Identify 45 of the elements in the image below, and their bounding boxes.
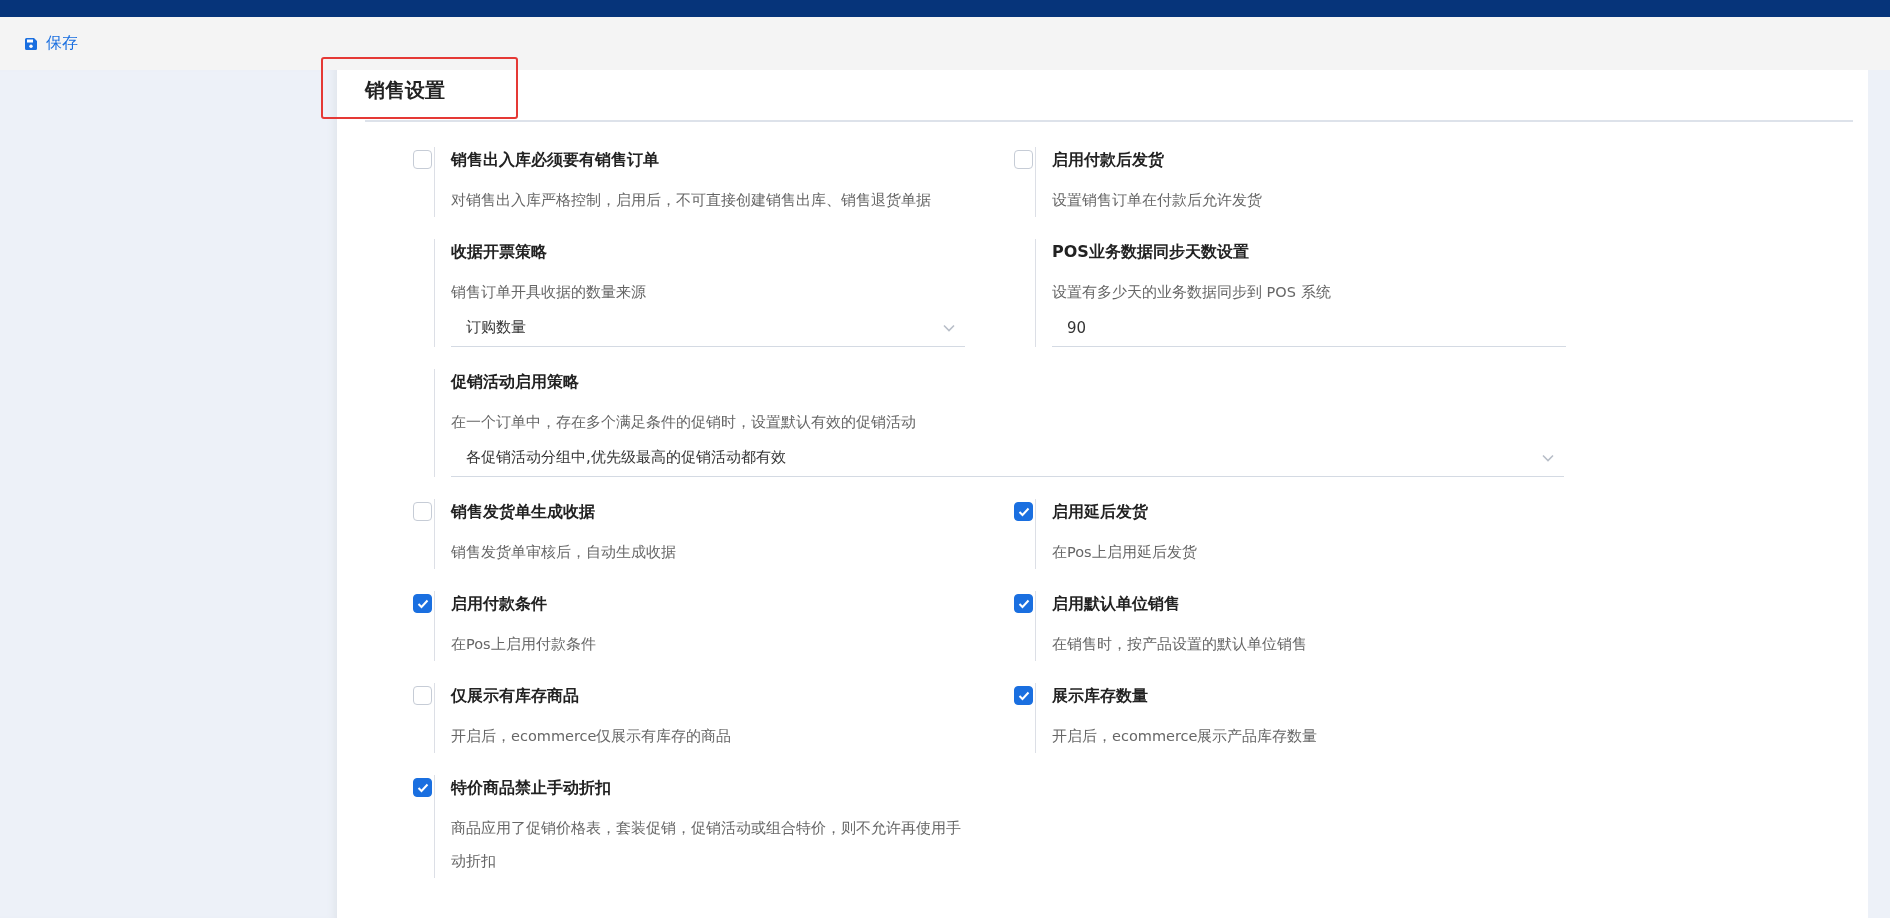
checkmark-icon (1017, 506, 1030, 517)
setting-description: 设置销售订单在付款后允许发货 (1052, 191, 1263, 210)
setting-title: POS业务数据同步天数设置 (1052, 241, 1250, 263)
setting-description: 在Pos上启用付款条件 (451, 635, 597, 654)
setting-description: 对销售出入库严格控制，启用后，不可直接创建销售出库、销售退货单据 (451, 191, 932, 210)
number-input[interactable]: 90 (1052, 309, 1566, 347)
setting-title: 销售出入库必须要有销售订单 (451, 149, 660, 171)
checkmark-icon (1017, 690, 1030, 701)
setting-title: 特价商品禁止手动折扣 (451, 777, 612, 799)
setting-title: 收据开票策略 (451, 241, 548, 263)
checkbox[interactable] (1014, 150, 1033, 169)
setting-title: 启用付款后发货 (1052, 149, 1165, 171)
setting-description: 销售订单开具收据的数量来源 (451, 283, 647, 302)
select-field[interactable]: 订购数量 (451, 309, 965, 347)
checkbox[interactable] (1014, 686, 1033, 705)
checkbox[interactable] (413, 150, 432, 169)
checkbox[interactable] (413, 502, 432, 521)
section-title: 销售设置 (365, 77, 445, 104)
setting-title: 启用付款条件 (451, 593, 548, 615)
select-field[interactable]: 各促销活动分组中,优先级最高的促销活动都有效 (451, 439, 1564, 477)
setting-description: 在销售时，按产品设置的默认单位销售 (1052, 635, 1308, 654)
setting-description: 开启后，ecommerce仅展示有库存的商品 (451, 727, 733, 746)
checkbox[interactable] (1014, 502, 1033, 521)
save-button[interactable]: 保存 (24, 29, 78, 58)
setting-title: 销售发货单生成收据 (451, 501, 596, 523)
setting-description: 设置有多少天的业务数据同步到 POS 系统 (1052, 283, 1332, 302)
chevron-down-icon (943, 323, 955, 332)
checkbox[interactable] (413, 686, 432, 705)
checkmark-icon (416, 598, 429, 609)
checkbox[interactable] (413, 778, 432, 797)
setting-title: 启用默认单位销售 (1052, 593, 1181, 615)
checkbox[interactable] (1014, 594, 1033, 613)
setting-title: 仅展示有库存商品 (451, 685, 580, 707)
setting-description: 商品应用了促销价格表，套装促销，促销活动或组合特价，则不允许再使用手动折扣 (451, 819, 962, 871)
setting-description: 在Pos上启用延后发货 (1052, 543, 1198, 562)
setting-title: 启用延后发货 (1052, 501, 1149, 523)
setting-title: 展示库存数量 (1052, 685, 1149, 707)
setting-description: 在一个订单中，存在多个满足条件的促销时，设置默认有效的促销活动 (451, 413, 917, 432)
checkmark-icon (1017, 598, 1030, 609)
chevron-down-icon (1542, 453, 1554, 462)
checkbox[interactable] (413, 594, 432, 613)
checkmark-icon (416, 782, 429, 793)
setting-description: 开启后，ecommerce展示产品库存数量 (1052, 727, 1319, 746)
setting-title: 促销活动启用策略 (451, 371, 580, 393)
setting-description: 销售发货单审核后，自动生成收据 (451, 543, 677, 562)
